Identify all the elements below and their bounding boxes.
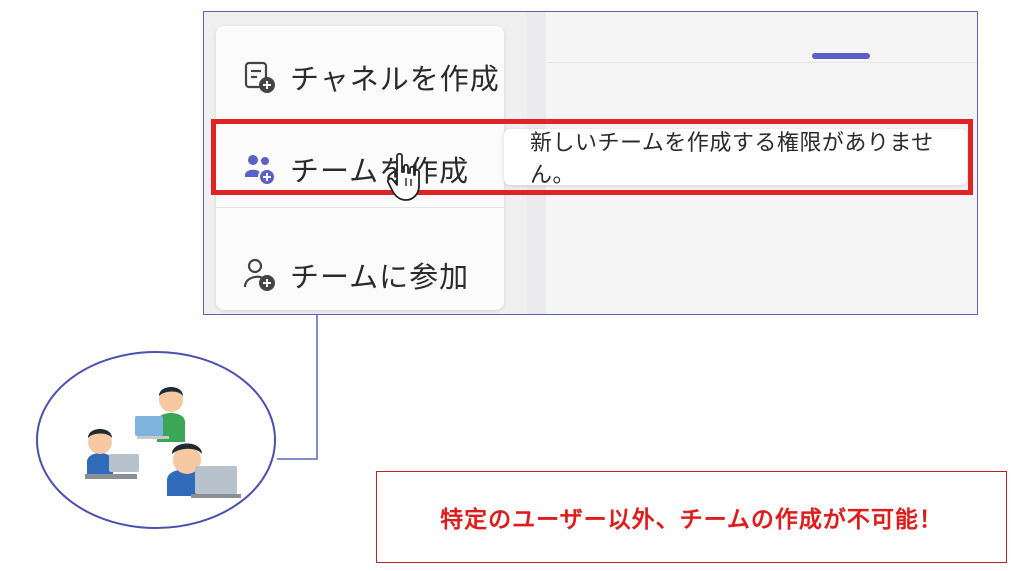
header-divider [546, 62, 977, 63]
menu-item-label: チャネルを作成 [290, 62, 500, 96]
active-tab-indicator [812, 53, 870, 59]
hand-cursor-icon [387, 152, 420, 201]
menu-item-create-channel[interactable]: チャネルを作成 [216, 42, 504, 112]
teams-screenshot: チャネルを作成 チームを作成 チームに参加 新しいチームを作成する権限がありませ… [203, 11, 978, 315]
users-illustration [36, 351, 276, 529]
channel-add-icon [242, 59, 278, 95]
menu-item-label: チームに参加 [290, 260, 470, 294]
person-add-icon [242, 257, 278, 293]
menu-divider [216, 207, 504, 208]
caption-note: 特定のユーザー以外、チームの作成が不可能！ [376, 471, 1007, 563]
menu-item-join-team[interactable]: チームに参加 [216, 240, 504, 310]
highlight-box [211, 119, 973, 195]
